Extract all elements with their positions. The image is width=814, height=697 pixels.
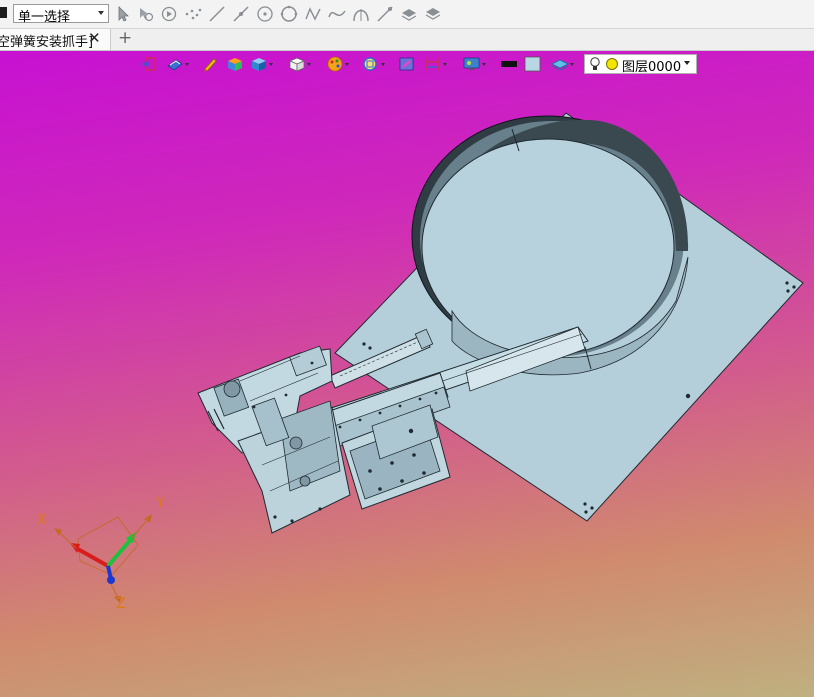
view-orient-icon[interactable] bbox=[166, 55, 190, 73]
tangent-line-icon[interactable] bbox=[375, 4, 395, 24]
play-icon[interactable] bbox=[159, 4, 179, 24]
view-toolbar bbox=[140, 53, 598, 75]
layer-dropdown-value: 图层0000 bbox=[622, 60, 682, 75]
arc-icon[interactable] bbox=[351, 4, 371, 24]
selection-filter-dropdown[interactable]: 单一选择 bbox=[13, 4, 109, 25]
display-icon[interactable] bbox=[462, 55, 486, 73]
spline-icon[interactable] bbox=[327, 4, 347, 24]
axis-label-z: Z bbox=[116, 596, 126, 612]
cad-application: 单一选择 空弹簧安装抓手] ✕ + X Y Z 图层0000 bbox=[0, 0, 814, 697]
circle-icon[interactable] bbox=[279, 4, 299, 24]
orientation-triad bbox=[54, 514, 152, 603]
dimension-icon[interactable] bbox=[424, 55, 448, 73]
axis-label-y: Y bbox=[156, 495, 165, 511]
chevron-down-icon bbox=[98, 11, 104, 15]
gripper-assembly bbox=[197, 345, 351, 534]
curve-icon[interactable] bbox=[303, 4, 323, 24]
smart-pick-icon[interactable] bbox=[135, 4, 155, 24]
color-swatch-icon[interactable] bbox=[524, 55, 548, 73]
point-cloud-icon[interactable] bbox=[183, 4, 203, 24]
3d-viewport[interactable]: X Y Z bbox=[0, 51, 814, 697]
exit-icon[interactable] bbox=[140, 55, 164, 73]
stop-icon[interactable] bbox=[0, 7, 7, 18]
close-icon[interactable]: ✕ bbox=[88, 29, 101, 47]
render-mode-icon[interactable] bbox=[250, 55, 274, 73]
color-black-icon[interactable] bbox=[500, 55, 524, 73]
lightbulb-icon bbox=[589, 57, 601, 75]
new-tab-button[interactable]: + bbox=[118, 28, 132, 48]
document-tab-title: 空弹簧安装抓手] bbox=[0, 35, 94, 50]
layer-stack-alt-icon[interactable] bbox=[423, 4, 443, 24]
shaded-box-icon[interactable] bbox=[226, 55, 250, 73]
axis-label-x: X bbox=[37, 512, 47, 528]
layer-stack-icon[interactable] bbox=[399, 4, 419, 24]
edit-pencil-icon[interactable] bbox=[202, 55, 226, 73]
selection-filter-value: 单一选择 bbox=[18, 10, 71, 25]
wireframe-box-icon[interactable] bbox=[288, 55, 312, 73]
palette-icon[interactable] bbox=[326, 55, 350, 73]
circle-center-icon[interactable] bbox=[255, 4, 275, 24]
line-point-icon[interactable] bbox=[231, 4, 251, 24]
document-tab-bar: 空弹簧安装抓手] ✕ + bbox=[0, 28, 814, 51]
zoom-icon[interactable] bbox=[362, 55, 386, 73]
layer-color-dot bbox=[606, 58, 618, 70]
selection-toolbar: 单一选择 bbox=[0, 0, 814, 29]
section-icon[interactable] bbox=[398, 55, 422, 73]
document-tab[interactable]: 空弹簧安装抓手] ✕ bbox=[0, 29, 111, 50]
layer-icon[interactable] bbox=[550, 55, 574, 73]
pointer-icon[interactable] bbox=[113, 4, 133, 24]
chevron-down-icon bbox=[684, 61, 690, 65]
line-icon[interactable] bbox=[207, 4, 227, 24]
layer-dropdown[interactable]: 图层0000 bbox=[584, 54, 697, 75]
